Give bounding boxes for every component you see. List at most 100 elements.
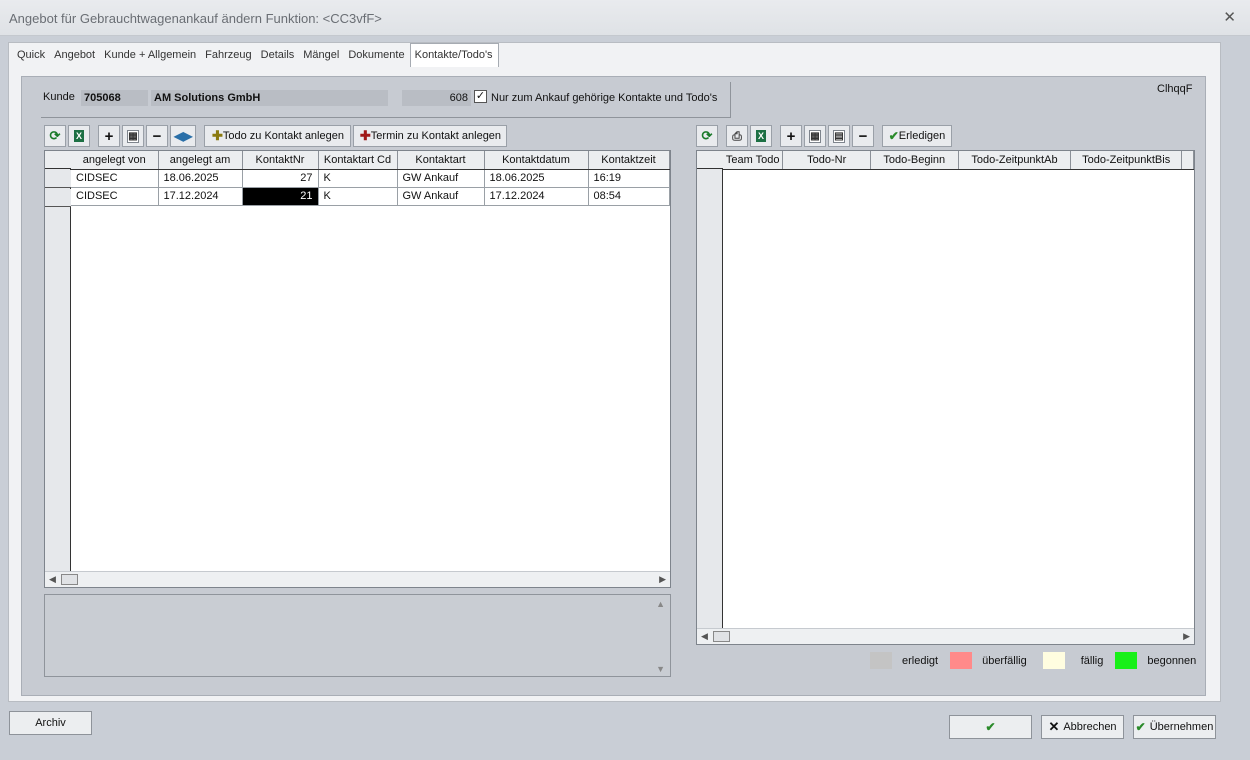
tab-dokumente[interactable]: Dokumente <box>344 45 409 67</box>
table-row[interactable]: CIDSEC 18.06.2025 27 K GW Ankauf 18.06.2… <box>71 169 670 188</box>
add-button[interactable]: + <box>780 125 802 147</box>
todo-zu-kontakt-button[interactable]: ✚ Todo zu Kontakt anlegen <box>204 125 352 147</box>
scroll-right-icon[interactable]: ▶ <box>659 574 666 585</box>
plus-icon: + <box>104 127 114 145</box>
abbrechen-label: Abbrechen <box>1063 721 1117 733</box>
table-cell[interactable]: 16:19 <box>588 169 670 188</box>
table-cell[interactable]: 27 <box>242 169 319 188</box>
table-cell[interactable]: 08:54 <box>588 187 670 206</box>
table-cell[interactable]: CIDSEC <box>71 169 159 188</box>
legend-swatch-faellig <box>1042 652 1065 669</box>
todo-table: Team Todo Todo-Nr Todo-Beginn Todo-Zeitp… <box>723 151 1194 170</box>
copy-button[interactable]: ▤ <box>828 125 850 147</box>
scroll-thumb[interactable] <box>713 631 730 642</box>
table-cell[interactable]: K <box>318 187 398 206</box>
minus-icon: − <box>152 127 162 145</box>
delete-button[interactable]: − <box>146 125 168 147</box>
table-row[interactable]: CIDSEC 17.12.2024 21 K GW Ankauf 17.12.2… <box>71 187 670 206</box>
tab-fahrzeug[interactable]: Fahrzeug <box>201 45 256 67</box>
termin-zu-kontakt-button[interactable]: ✚ Termin zu Kontakt anlegen <box>353 125 508 147</box>
expand-arrows-icon: ◀▶ <box>174 129 193 143</box>
scroll-right-icon[interactable]: ▶ <box>1183 631 1190 642</box>
kontakte-panel: Kunde 705068 AM Solutions GmbH 608 ✓ Nur… <box>21 76 1206 696</box>
refresh-button[interactable]: ⟳ <box>696 125 718 147</box>
contacts-table: angelegt von angelegt am KontaktNr Konta… <box>71 151 670 206</box>
excel-export-button[interactable]: X <box>68 125 90 147</box>
legend-label: erledigt <box>902 654 939 667</box>
column-header[interactable]: KontaktNr <box>242 151 319 170</box>
table-cell[interactable]: CIDSEC <box>71 187 159 206</box>
archiv-button[interactable]: Archiv <box>9 711 92 735</box>
legend-swatch-begonnen <box>1115 652 1138 669</box>
tab-kontakte-todos[interactable]: Kontakte/Todo's <box>409 43 499 67</box>
table-cell[interactable]: K <box>318 169 398 188</box>
tab-container: Quick Angebot Kunde + Allgemein Fahrzeug… <box>8 42 1221 702</box>
horizontal-scrollbar[interactable]: ◀ ▶ <box>45 571 670 587</box>
column-header[interactable]: Kontaktdatum <box>484 151 589 170</box>
table-cell[interactable]: 17.12.2024 <box>484 187 589 206</box>
column-header[interactable]: Todo-Nr <box>782 151 871 170</box>
scroll-up-icon[interactable]: ▲ <box>656 599 665 609</box>
plus-icon: + <box>786 127 796 145</box>
ok-button[interactable]: ✔ <box>949 715 1032 739</box>
table-cell-selected[interactable]: 21 <box>242 187 319 206</box>
legend-label: überfällig <box>982 654 1027 667</box>
tab-kunde-allgemein[interactable]: Kunde + Allgemein <box>100 45 201 67</box>
table-cell[interactable]: 18.06.2025 <box>158 169 243 188</box>
column-header[interactable]: Todo-ZeitpunktAb <box>958 151 1072 170</box>
scroll-left-icon[interactable]: ◀ <box>701 631 708 642</box>
uebernehmen-label: Übernehmen <box>1149 721 1214 733</box>
minus-icon: − <box>858 127 868 145</box>
corner-header <box>697 151 723 169</box>
add-button[interactable]: + <box>98 125 120 147</box>
erledigen-button[interactable]: ✔ Erledigen <box>882 125 952 147</box>
only-ankauf-checkbox[interactable]: ✓ <box>474 90 487 103</box>
column-header[interactable]: Kontaktzeit <box>588 151 670 170</box>
column-header[interactable]: Todo-ZeitpunktBis <box>1070 151 1183 170</box>
edit-button[interactable]: ▦ <box>804 125 826 147</box>
horizontal-scrollbar[interactable]: ◀ ▶ <box>697 628 1194 644</box>
cancel-x-icon: ✕ <box>1048 719 1060 734</box>
column-header[interactable]: Team Todo <box>723 151 784 170</box>
delete-button[interactable]: − <box>852 125 874 147</box>
scroll-down-icon[interactable]: ▼ <box>656 664 665 674</box>
column-header[interactable]: Kontaktart Cd <box>318 151 398 170</box>
table-cell[interactable]: 17.12.2024 <box>158 187 243 206</box>
excel-icon: X <box>755 130 766 142</box>
table-cell[interactable]: GW Ankauf <box>397 187 485 206</box>
close-icon[interactable]: ✕ <box>1223 8 1236 26</box>
memo-field[interactable]: ▲ ▼ <box>44 594 671 677</box>
title-bar: Angebot für Gebrauchtwagenankauf ändern … <box>0 0 1250 36</box>
row-header-column <box>45 151 71 587</box>
legend-label: begonnen <box>1147 654 1197 667</box>
tab-angebot[interactable]: Angebot <box>50 45 100 67</box>
excel-icon: X <box>73 130 84 142</box>
scroll-left-icon[interactable]: ◀ <box>49 574 56 585</box>
kunde-label: Kunde <box>43 91 75 103</box>
tab-maengel[interactable]: Mängel <box>299 45 344 67</box>
contacts-grid: angelegt von angelegt am KontaktNr Konta… <box>44 150 671 588</box>
plus-icon: ✚ <box>359 128 371 143</box>
edit-button[interactable]: ▦ <box>122 125 144 147</box>
refresh-button[interactable]: ⟳ <box>44 125 66 147</box>
column-header[interactable]: angelegt am <box>158 151 243 170</box>
scroll-thumb[interactable] <box>61 574 78 585</box>
column-header[interactable]: angelegt von <box>71 151 159 170</box>
excel-export-button[interactable]: X <box>750 125 772 147</box>
table-cell[interactable]: 18.06.2025 <box>484 169 589 188</box>
column-header[interactable]: Kontaktart <box>397 151 485 170</box>
refresh-icon: ⟳ <box>49 128 61 143</box>
kunde-header: Kunde 705068 AM Solutions GmbH 608 ✓ Nur… <box>41 82 731 118</box>
column-header[interactable]: Todo-Beginn <box>870 151 959 170</box>
table-cell[interactable]: GW Ankauf <box>397 169 485 188</box>
row-header[interactable] <box>45 189 71 207</box>
erledigen-label: Erledigen <box>898 130 946 142</box>
print-button[interactable]: ⎙ <box>726 125 748 147</box>
expand-button[interactable]: ◀▶ <box>170 125 197 147</box>
tab-quick[interactable]: Quick <box>13 45 50 67</box>
row-header[interactable] <box>45 170 71 188</box>
uebernehmen-button[interactable]: ✔ Übernehmen <box>1133 715 1216 739</box>
tab-details[interactable]: Details <box>257 45 300 67</box>
abbrechen-button[interactable]: ✕ Abbrechen <box>1041 715 1124 739</box>
grid-edit-icon: ▦ <box>127 129 139 143</box>
